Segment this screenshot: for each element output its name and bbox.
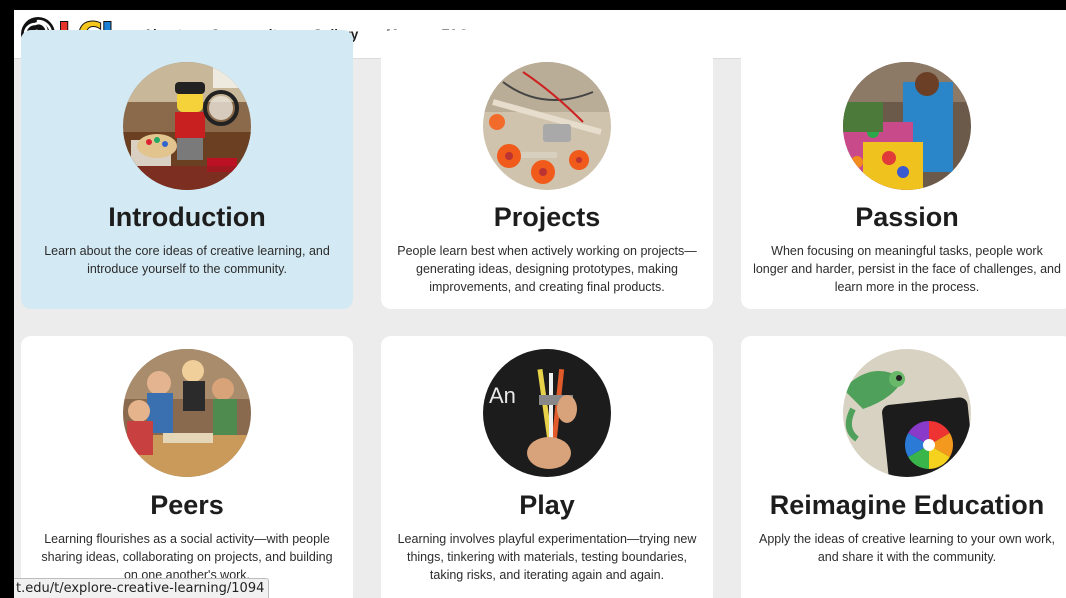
photo-text: An [489, 383, 516, 408]
card-description: Learning involves playful experimentatio… [397, 532, 697, 582]
card-description: When focusing on meaningful tasks, peopl… [753, 244, 1061, 294]
card-title: Peers [150, 490, 224, 520]
card-introduction[interactable]: Introduction Learn about the core ideas … [21, 30, 353, 309]
children-table-photo [123, 349, 251, 477]
card-description: People learn best when actively working … [397, 244, 697, 294]
chameleon-tablet-photo [843, 349, 971, 477]
card-title: Introduction [108, 202, 266, 232]
drawing-machine-photo: An [483, 349, 611, 477]
card-description: Learning flourishes as a social activity… [41, 532, 333, 582]
card-projects[interactable]: Projects People learn best when actively… [381, 30, 713, 309]
page: LCL About Community Gallery Map FAQ [14, 10, 1066, 598]
sewing-fabric-photo [843, 62, 971, 190]
card-title: Projects [493, 202, 601, 232]
lego-figure-photo [123, 62, 251, 190]
card-title: Play [519, 490, 575, 520]
card-title: Passion [855, 202, 959, 232]
card-play[interactable]: An Play Learning involves playful experi… [381, 336, 713, 598]
card-title: Reimagine Education [769, 490, 1045, 520]
card-peers[interactable]: Peers Learning flourishes as a social ac… [21, 336, 353, 598]
motor-wheels-photo [483, 62, 611, 190]
card-passion[interactable]: Passion When focusing on meaningful task… [741, 30, 1066, 309]
card-reimagine-education[interactable]: Reimagine Education Apply the ideas of c… [741, 336, 1066, 598]
card-description: Learn about the core ideas of creative l… [44, 244, 330, 276]
link-status-bar: t.edu/t/explore-creative-learning/1094 [14, 578, 270, 598]
card-description: Apply the ideas of creative learning to … [759, 532, 1055, 564]
